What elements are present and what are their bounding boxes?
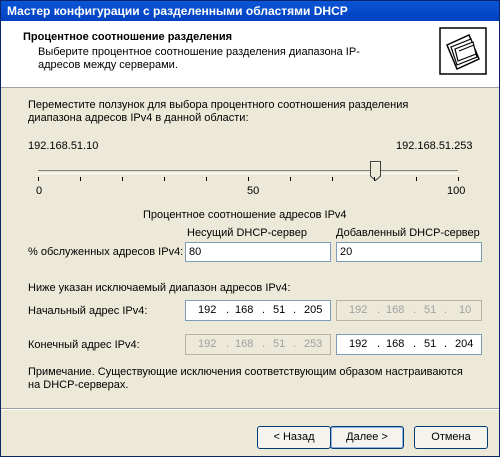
ip-octet: 168	[235, 304, 254, 316]
host-percent-field[interactable]: 80	[185, 242, 331, 262]
ip-octet: 192	[349, 304, 368, 316]
ip-octet: 51	[424, 338, 437, 350]
page-title: Процентное соотношение разделения	[23, 31, 233, 43]
ratio-heading: Процентное соотношение адресов IPv4	[143, 209, 347, 221]
ip-octet: 168	[235, 338, 254, 350]
slider-tick	[122, 177, 123, 181]
end-address-label: Конечный адрес IPv4:	[28, 339, 140, 351]
range-start-address: 192.168.51.10	[28, 140, 99, 152]
title-bar: Мастер конфигурации с разделенными облас…	[1, 1, 499, 21]
ip-octet: 192	[349, 338, 368, 350]
wizard-window: Мастер конфигурации с разделенными облас…	[0, 0, 500, 457]
split-slider-thumb[interactable]	[370, 161, 381, 181]
start-address-added-field: 192 . 168 . 51 . 10	[336, 300, 482, 321]
slider-tick	[248, 177, 249, 181]
ip-octet: 205	[304, 304, 323, 316]
scale-min-label: 0	[36, 185, 43, 197]
scale-mid-label: 50	[247, 185, 260, 197]
slider-instruction: Переместите ползунок для выбора процентн…	[28, 99, 409, 124]
start-address-label: Начальный адрес IPv4:	[28, 305, 148, 317]
slider-tick	[290, 177, 291, 181]
wizard-header: Процентное соотношение разделения Выбери…	[1, 21, 499, 88]
footer-divider	[1, 408, 499, 410]
ip-octet: 51	[424, 304, 437, 316]
exclusion-heading: Ниже указан исключаемый диапазон адресов…	[28, 282, 291, 294]
folders-icon	[439, 27, 487, 75]
slider-tick	[458, 177, 459, 181]
next-button[interactable]: Далее >	[330, 426, 404, 449]
ip-octet: 51	[273, 304, 286, 316]
slider-tick	[416, 177, 417, 181]
start-address-host-field[interactable]: 192 . 168 . 51 . 205	[185, 300, 331, 321]
slider-tick	[206, 177, 207, 181]
end-address-host-field: 192 . 168 . 51 . 253	[185, 334, 331, 355]
ip-octet: 192	[198, 338, 217, 350]
split-slider-track[interactable]	[38, 170, 458, 174]
note-text: Примечание. Существующие исключения соот…	[28, 366, 463, 391]
cancel-button[interactable]: Отмена	[414, 426, 488, 449]
added-server-column-header: Добавленный DHCP-сервер	[336, 227, 480, 239]
end-address-added-field[interactable]: 192 . 168 . 51 . 204	[336, 334, 482, 355]
ip-octet: 253	[304, 338, 323, 350]
scale-max-label: 100	[447, 185, 466, 197]
ip-octet: 10	[459, 304, 472, 316]
slider-tick	[374, 177, 375, 181]
ip-octet: 51	[273, 338, 286, 350]
page-description: Выберите процентное соотношение разделен…	[38, 46, 360, 71]
back-button[interactable]: < Назад	[257, 426, 331, 449]
added-percent-field[interactable]: 20	[336, 242, 482, 262]
slider-tick	[80, 177, 81, 181]
host-server-column-header: Несущий DHCP-сервер	[187, 227, 307, 239]
range-end-address: 192.168.51.253	[396, 140, 473, 152]
ip-octet: 168	[386, 338, 405, 350]
ip-octet: 204	[455, 338, 474, 350]
slider-tick	[38, 177, 39, 181]
slider-tick	[164, 177, 165, 181]
ip-octet: 192	[198, 304, 217, 316]
slider-tick	[332, 177, 333, 181]
served-addresses-label: % обслуженных адресов IPv4:	[28, 246, 184, 258]
ip-octet: 168	[386, 304, 405, 316]
